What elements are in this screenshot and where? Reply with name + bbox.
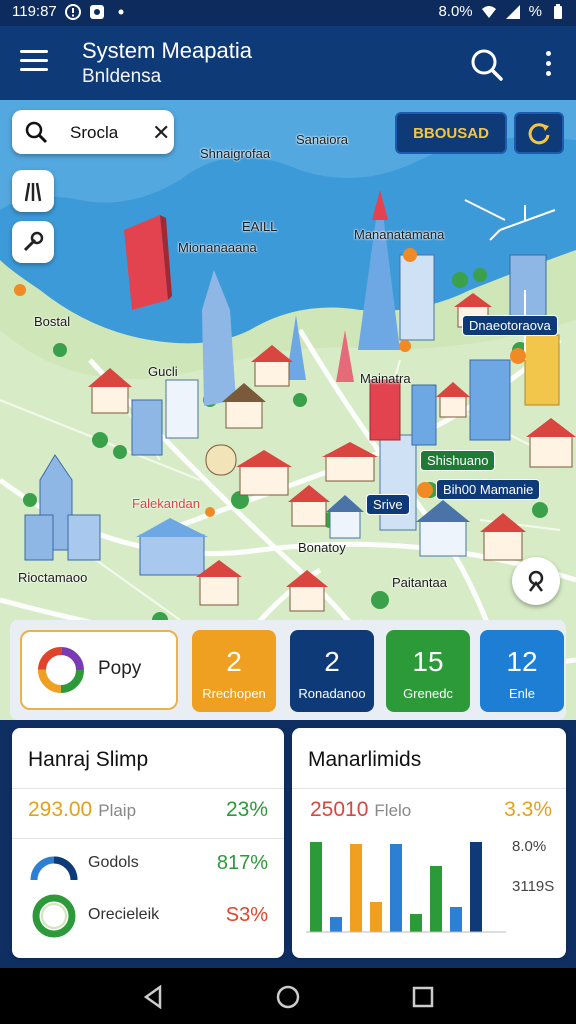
battery-icon	[554, 3, 562, 19]
map-label: Bonatoy	[298, 540, 346, 555]
map-search-field[interactable]: Srocla ✕	[12, 110, 174, 154]
dots-icon	[118, 9, 124, 14]
map-label: Mananatamana	[354, 227, 445, 242]
chart-bar	[310, 842, 322, 932]
home-icon[interactable]	[273, 982, 303, 1012]
card-amount: 293.00 Plaip	[28, 798, 137, 821]
clear-icon[interactable]: ✕	[152, 120, 170, 146]
chart-bar	[350, 844, 362, 932]
alert-icon	[64, 3, 81, 20]
kpi-row: Popy 2 Rrechopen 2 Ronadanoo 15 Grenedc …	[10, 620, 566, 720]
kpi-caption: Rrechopen	[202, 686, 266, 701]
donut-icon	[32, 894, 76, 938]
kpi-main-card[interactable]: Popy	[20, 630, 178, 710]
chart-side-value: 8.0%	[512, 838, 547, 855]
map-label: Falekandan	[132, 496, 200, 511]
app-subtitle: Bnldensa	[82, 66, 162, 87]
map-label: Bostal	[34, 314, 71, 329]
map-poi-tag[interactable]: Dnaeotoraova	[462, 315, 558, 336]
app-title: System Meapatia	[82, 38, 252, 63]
map-poi-tag[interactable]: Srive	[366, 494, 410, 515]
card-title: Manarlimids	[308, 748, 422, 771]
map-label: Sanaiora	[296, 132, 349, 147]
kpi-tile[interactable]: 2 Rrechopen	[192, 630, 276, 712]
map-label: Mainatra	[360, 371, 411, 386]
search-icon	[25, 121, 48, 144]
donut-icon	[30, 856, 78, 881]
cell-signal-icon	[505, 4, 520, 19]
notification-icon	[89, 4, 104, 19]
row-percent: S3%	[225, 904, 268, 926]
chart-bar	[410, 914, 422, 932]
system-nav-bar	[0, 968, 576, 1024]
search-input-value[interactable]: Srocla	[70, 123, 118, 143]
recents-icon[interactable]	[408, 982, 438, 1012]
kpi-main-label: Popy	[98, 658, 142, 679]
wifi-icon	[481, 5, 496, 18]
row-percent: 817%	[216, 852, 268, 874]
donut-chart-icon	[38, 647, 84, 693]
layers-icon	[24, 182, 42, 202]
status-time: 119:87	[12, 3, 57, 20]
map-label: Rioctamaoo	[18, 570, 88, 585]
back-icon[interactable]	[138, 982, 168, 1012]
chart-bar	[450, 907, 462, 932]
map-label: EAILL	[242, 219, 278, 234]
kpi-tile[interactable]: 15 Grenedc	[386, 630, 470, 712]
kpi-value: 15	[412, 646, 444, 677]
summary-card-right[interactable]: Manarlimids 25010 Flelo 3.3% 8.0% 3119S	[292, 728, 566, 958]
chart-bar	[370, 902, 382, 932]
kpi-tile[interactable]: 12 Enle	[480, 630, 564, 712]
row-label: Godols	[88, 854, 139, 871]
search-icon[interactable]	[468, 46, 504, 82]
wrench-icon	[23, 231, 44, 252]
map-label: Paitantaa	[392, 575, 447, 590]
app-bar: System Meapatia Bnldensa	[0, 26, 576, 100]
card-percent: 23%	[225, 798, 268, 821]
menu-icon	[20, 50, 48, 53]
kpi-value: 12	[506, 646, 538, 677]
chart-bar	[470, 842, 482, 932]
kpi-value: 2	[226, 646, 242, 677]
locate-button[interactable]	[512, 557, 560, 605]
broadcast-button[interactable]: BBOUSAD	[395, 112, 507, 154]
map-poi-tag[interactable]: Shishuano	[420, 450, 496, 471]
status-bar: 119:87 8.0% %	[0, 0, 576, 26]
layers-button[interactable]	[12, 170, 54, 212]
refresh-icon	[528, 123, 550, 145]
chart-bar	[390, 844, 402, 932]
route-tool-button[interactable]	[12, 221, 54, 263]
card-amount: 25010 Flelo	[310, 798, 412, 821]
kpi-caption: Enle	[508, 686, 536, 701]
status-signal-text: 8.0%	[438, 3, 473, 20]
chart-side-value: 3119S	[512, 878, 555, 895]
kpi-value: 2	[324, 646, 340, 677]
pin-icon	[528, 570, 544, 592]
kpi-tile[interactable]: 2 Ronadanoo	[290, 630, 374, 712]
map-label: Shnaigrofaa	[200, 146, 271, 161]
map-label: Gucli	[148, 364, 178, 379]
card-title: Hanraj Slimp	[28, 748, 149, 771]
chart-bar	[430, 866, 442, 932]
card-percent: 3.3%	[504, 798, 552, 821]
battery-indicator: %	[528, 3, 542, 20]
overflow-menu-button[interactable]	[538, 48, 558, 80]
menu-button[interactable]	[20, 50, 48, 76]
chart-bar	[330, 917, 342, 932]
refresh-button[interactable]	[514, 112, 564, 154]
kpi-caption: Ronadanoo	[298, 686, 366, 701]
map-poi-tag[interactable]: Bih00 Mamanie	[436, 479, 541, 500]
kpi-caption: Grenedc	[403, 686, 453, 701]
row-label: Orecieleik	[88, 906, 160, 923]
summary-card-left[interactable]: Hanraj Slimp 293.00 Plaip 23% Godols 817%…	[12, 728, 284, 958]
map-label: Mionanaaana	[178, 240, 257, 255]
